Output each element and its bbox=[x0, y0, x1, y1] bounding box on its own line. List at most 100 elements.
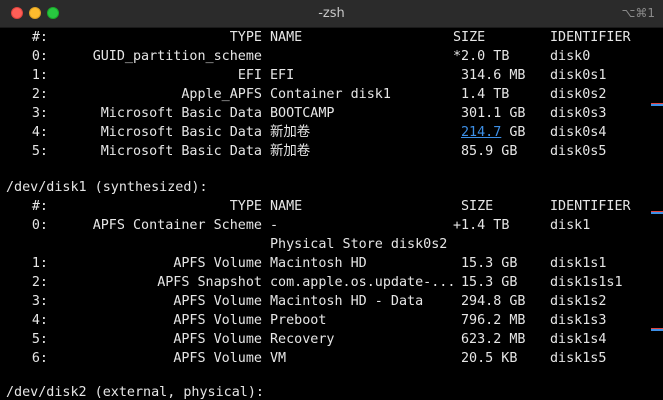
header-size: SIZE bbox=[461, 199, 494, 214]
partition-size: 20.5 KB bbox=[461, 351, 518, 366]
partition-identifier: disk1s1s1 bbox=[550, 275, 623, 290]
partition-type: APFS Volume bbox=[173, 294, 262, 309]
header-type: TYPE bbox=[229, 199, 262, 214]
disk2-path: /dev/disk2 (external, physical): bbox=[6, 385, 264, 400]
partition-identifier: disk0s1 bbox=[550, 68, 607, 83]
partition-name: - bbox=[270, 218, 279, 233]
table-row: 2: Apple_APFS Container disk1 1.4 TB dis… bbox=[0, 85, 650, 104]
table-row: 1: EFI EFI 314.6 MB disk0s1 bbox=[0, 66, 650, 85]
partition-name: Recovery bbox=[270, 332, 335, 347]
title-bar[interactable]: -zsh ⌥⌘1 bbox=[0, 0, 663, 28]
partition-identifier: disk1s1 bbox=[550, 256, 607, 271]
partition-size: 1.4 TB bbox=[461, 87, 510, 102]
partition-type: GUID_partition_scheme bbox=[92, 49, 262, 64]
window-title: -zsh bbox=[318, 6, 345, 21]
partition-size: 15.3 GB bbox=[461, 256, 518, 271]
table-row: 0: APFS Container Scheme - +1.4 TB disk1 bbox=[0, 216, 650, 235]
table-row: 5: APFS Volume Recovery 623.2 MB disk1s4 bbox=[0, 330, 650, 349]
partition-num: 2: bbox=[31, 87, 48, 102]
scroll-mark bbox=[651, 329, 663, 331]
partition-type: APFS Volume bbox=[173, 256, 262, 271]
partition-name: 新加卷 bbox=[270, 125, 311, 140]
partition-num: 3: bbox=[31, 294, 48, 309]
partition-type: APFS Volume bbox=[173, 332, 262, 347]
partition-name: BOOTCAMP bbox=[270, 106, 335, 121]
partition-num: 2: bbox=[31, 275, 48, 290]
header-name: NAME bbox=[270, 30, 303, 45]
partition-type: Apple_APFS bbox=[181, 87, 262, 102]
partition-name: Preboot bbox=[270, 313, 327, 328]
partition-name: 新加卷 bbox=[270, 144, 311, 159]
table-row: 0: GUID_partition_scheme *2.0 TB disk0 bbox=[0, 47, 650, 66]
terminal-window: -zsh ⌥⌘1 #: TYPE NAME SIZE IDENTIFIER 0:… bbox=[0, 0, 663, 400]
partition-size: 623.2 MB bbox=[461, 332, 526, 347]
partition-type: APFS Volume bbox=[173, 313, 262, 328]
table-row: 3: APFS Volume Macintosh HD - Data 294.8… bbox=[0, 292, 650, 311]
partition-size: 301.1 GB bbox=[461, 106, 526, 121]
partition-identifier: disk0s2 bbox=[550, 87, 607, 102]
partition-type: APFS Snapshot bbox=[157, 275, 262, 290]
header-type: TYPE bbox=[229, 30, 262, 45]
partition-identifier: disk1 bbox=[550, 218, 591, 233]
header-size: SIZE bbox=[453, 30, 486, 45]
table-row: 3: Microsoft Basic Data BOOTCAMP 301.1 G… bbox=[0, 104, 650, 123]
partition-identifier: disk1s4 bbox=[550, 332, 607, 347]
header-identifier: IDENTIFIER bbox=[550, 199, 631, 214]
partition-type: Microsoft Basic Data bbox=[100, 125, 262, 140]
partition-size: 214.7 GB bbox=[461, 123, 526, 142]
disk1-path: /dev/disk1 (synthesized): bbox=[6, 180, 208, 195]
partition-num: 5: bbox=[31, 144, 48, 159]
partition-name: Macintosh HD bbox=[270, 256, 367, 271]
partition-type: APFS Container Scheme bbox=[92, 218, 262, 233]
partition-identifier: disk1s3 bbox=[550, 313, 607, 328]
partition-name: EFI bbox=[270, 68, 295, 83]
scroll-mark bbox=[651, 104, 663, 106]
disk-header-line: /dev/disk1 (synthesized): bbox=[0, 178, 650, 197]
partition-name: com.apple.os.update-... bbox=[270, 275, 456, 290]
header-identifier: IDENTIFIER bbox=[550, 30, 631, 45]
partition-name: Macintosh HD - Data bbox=[270, 294, 424, 309]
partition-num: 5: bbox=[31, 332, 48, 347]
table-row: 4: APFS Volume Preboot 796.2 MB disk1s3 bbox=[0, 311, 650, 330]
header-name: NAME bbox=[270, 199, 303, 214]
window-shortcut: ⌥⌘1 bbox=[621, 6, 655, 20]
partition-name: Physical Store disk0s2 bbox=[270, 237, 448, 252]
header-num: #: bbox=[31, 199, 48, 214]
partition-num: 6: bbox=[31, 351, 48, 366]
partition-size: +1.4 TB bbox=[453, 218, 510, 233]
partition-num: 3: bbox=[31, 106, 48, 121]
partition-num: 1: bbox=[31, 256, 48, 271]
partition-num: 4: bbox=[31, 125, 48, 140]
table-row: 2: APFS Snapshot com.apple.os.update-...… bbox=[0, 273, 650, 292]
partition-num: 1: bbox=[31, 68, 48, 83]
table-row: Physical Store disk0s2 bbox=[0, 235, 650, 254]
partition-size: 294.8 GB bbox=[461, 294, 526, 309]
partition-identifier: disk0 bbox=[550, 49, 591, 64]
partition-size: 796.2 MB bbox=[461, 313, 526, 328]
partition-type: Microsoft Basic Data bbox=[100, 144, 262, 159]
partition-name: VM bbox=[270, 351, 287, 366]
partition-size: 15.3 GB bbox=[461, 275, 518, 290]
scrollbar-marks[interactable] bbox=[650, 28, 663, 400]
partition-size: 314.6 MB bbox=[461, 68, 526, 83]
table-header: #: TYPE NAME SIZE IDENTIFIER bbox=[0, 197, 650, 216]
partition-type: Microsoft Basic Data bbox=[100, 106, 262, 121]
scroll-mark bbox=[651, 212, 663, 214]
table-row: 6: APFS Volume VM 20.5 KB disk1s5 bbox=[0, 349, 650, 368]
partition-identifier: disk0s5 bbox=[550, 144, 607, 159]
terminal-output[interactable]: #: TYPE NAME SIZE IDENTIFIER 0: GUID_par… bbox=[0, 28, 650, 400]
partition-identifier: disk0s3 bbox=[550, 106, 607, 121]
header-num: #: bbox=[31, 30, 48, 45]
partition-identifier: disk1s2 bbox=[550, 294, 607, 309]
partition-num: 0: bbox=[31, 49, 48, 64]
table-row: 4: Microsoft Basic Data 新加卷 214.7 GB dis… bbox=[0, 123, 650, 142]
partition-identifier: disk1s5 bbox=[550, 351, 607, 366]
partition-num: 4: bbox=[31, 313, 48, 328]
table-header: #: TYPE NAME SIZE IDENTIFIER bbox=[0, 28, 650, 47]
partition-num: 0: bbox=[31, 218, 48, 233]
partition-size: 85.9 GB bbox=[461, 144, 518, 159]
size-link[interactable]: 214.7 bbox=[461, 125, 501, 140]
partition-type: APFS Volume bbox=[173, 351, 262, 366]
table-row: 5: Microsoft Basic Data 新加卷 85.9 GB disk… bbox=[0, 142, 650, 161]
partition-name: Container disk1 bbox=[270, 87, 391, 102]
